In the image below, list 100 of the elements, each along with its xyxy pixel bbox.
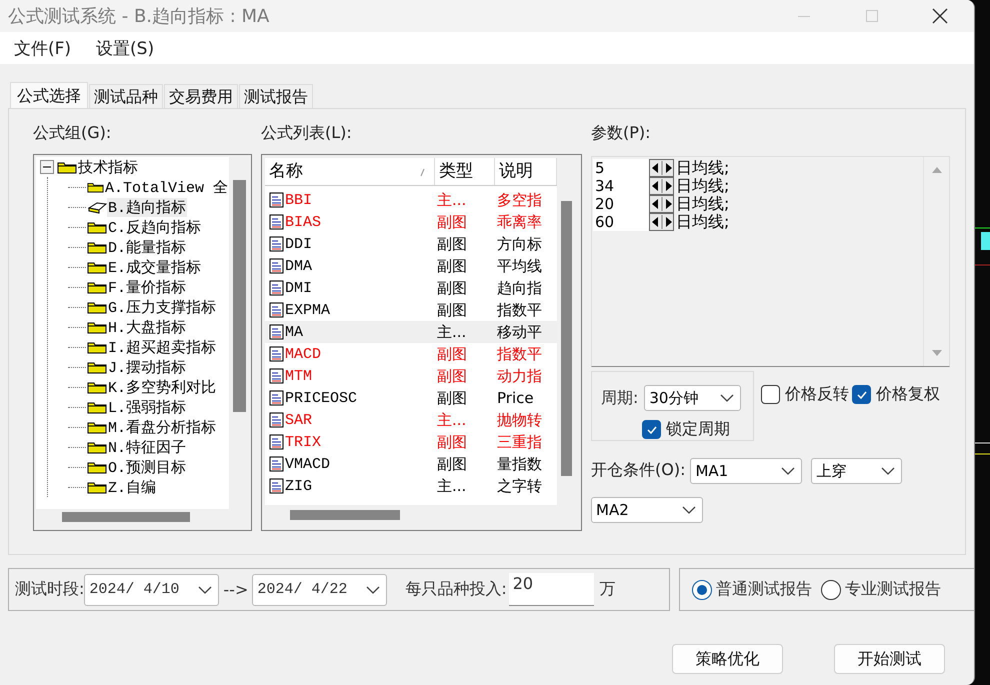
chevron-down-icon [366, 586, 380, 594]
tree-item[interactable]: B.趋向指标 [107, 198, 188, 216]
formula-name: DMA [285, 258, 312, 274]
menu-item[interactable]: 设置(S) [88, 36, 162, 60]
list-row[interactable]: BIAS 副图 乖离率 [265, 211, 557, 233]
spin-button[interactable] [649, 177, 674, 195]
tree-item[interactable]: A.TotalView 全 [104, 178, 229, 196]
tree-item[interactable]: O.预测目标 [107, 458, 188, 476]
spin-button[interactable] [649, 159, 674, 177]
list-row[interactable]: DDI 副图 方向标 [265, 233, 557, 255]
scroll-down-icon [930, 349, 942, 358]
list-row[interactable]: EXPMA 副图 指数平 [265, 299, 557, 321]
condition-select[interactable]: MA2 [591, 497, 703, 523]
table-cell-text: 主... [436, 190, 468, 210]
number-field[interactable]: 5 [593, 159, 649, 177]
radio-button[interactable] [692, 580, 712, 600]
tree-item[interactable]: E.成交量指标 [107, 258, 202, 276]
condition-select[interactable]: MA1 [690, 458, 802, 484]
tree-item[interactable]: F.量价指标 [107, 278, 188, 296]
column-header[interactable]: 名称 [265, 158, 435, 185]
folder-icon [87, 400, 107, 414]
collapse-toggle[interactable] [40, 160, 54, 174]
list-row[interactable]: TRIX 副图 三重指 [265, 431, 557, 453]
list-row[interactable]: ZIG 主... 之字转 [265, 475, 557, 497]
left-right-arrows-icon [650, 160, 674, 176]
spin-button[interactable] [649, 195, 674, 213]
scrollbar-thumb[interactable] [290, 510, 400, 520]
table-cell-text: 副图 [436, 432, 468, 452]
folder-icon [87, 240, 107, 254]
action-button[interactable]: 策略优化 [672, 644, 783, 674]
scroll-up-icon [930, 165, 942, 174]
tree-item[interactable]: Z.自编 [107, 478, 158, 496]
list-row[interactable]: MA 主... 移动平 [265, 321, 557, 343]
scrollbar-thumb[interactable] [233, 180, 246, 412]
checkbox-label: 价格反转 [785, 384, 849, 405]
tab[interactable]: 测试报告 [239, 84, 313, 108]
folder-icon [87, 360, 107, 374]
formula-name: DDI [285, 236, 312, 252]
date-picker[interactable]: 2024/ 4/10 [84, 574, 220, 606]
list-row[interactable]: MTM 副图 动力指 [265, 365, 557, 387]
list-row[interactable]: SAR 主... 抛物转 [265, 409, 557, 431]
tree-item[interactable]: N.特征因子 [107, 438, 188, 456]
tree-item[interactable]: D.能量指标 [107, 238, 188, 256]
window-title: 公式测试系统 - B.趋向指标 : MA [7, 5, 270, 28]
tree-item[interactable]: I.超买超卖指标 [107, 338, 218, 356]
radio-label: 普通测试报告 [716, 579, 812, 600]
number-field[interactable]: 34 [593, 177, 649, 195]
column-header[interactable]: 说明 [495, 158, 557, 185]
list-row[interactable]: VMACD 副图 量指数 [265, 453, 557, 475]
parameter-unit: 日均线; [676, 159, 730, 177]
table-cell-text: 副图 [436, 234, 468, 254]
document-icon [269, 478, 284, 494]
checkbox[interactable] [761, 385, 780, 404]
tree-item[interactable]: C.反趋向指标 [107, 218, 202, 236]
folder-icon [87, 440, 107, 454]
list-row[interactable]: MACD 副图 指数平 [265, 343, 557, 365]
tree-item[interactable]: K.多空势利对比 [107, 378, 218, 396]
period-select[interactable]: 30分钟 [644, 385, 742, 411]
tree-item[interactable]: J.摆动指标 [107, 358, 188, 376]
scrollbar-thumb[interactable] [561, 201, 572, 476]
list-row[interactable]: BBI 主... 多空指 [265, 189, 557, 211]
tree-item[interactable]: 技术指标 [77, 158, 139, 176]
list-row[interactable]: PRICEOSC 副图 Price [265, 387, 557, 409]
range-arrow: --> [223, 580, 248, 599]
amount-field[interactable]: 20 [508, 573, 594, 606]
folder-icon [87, 420, 107, 434]
tree-item[interactable]: M.看盘分析指标 [107, 418, 218, 436]
date-picker[interactable]: 2024/ 4/22 [252, 574, 388, 606]
document-icon [269, 456, 284, 472]
number-field[interactable]: 60 [593, 213, 649, 231]
tab[interactable]: 测试品种 [89, 84, 163, 108]
left-right-arrows-icon [650, 214, 674, 230]
menu-item[interactable]: 文件(F) [6, 36, 80, 60]
folder-icon [87, 220, 107, 234]
table-cell-text: 副图 [436, 454, 468, 474]
tab[interactable]: 交易费用 [164, 84, 238, 108]
number-field[interactable]: 20 [593, 195, 649, 213]
list-row[interactable]: DMI 副图 趋向指 [265, 277, 557, 299]
document-icon [269, 368, 284, 384]
scrollbar-thumb[interactable] [62, 512, 190, 522]
tab[interactable]: 公式选择 [10, 82, 88, 108]
checkbox[interactable] [852, 385, 871, 404]
tree-item[interactable]: G.压力支撑指标 [107, 298, 218, 316]
column-header[interactable]: 类型 [435, 158, 495, 185]
spin-button[interactable] [649, 213, 674, 231]
radio-button[interactable] [821, 580, 841, 600]
maximize-icon [864, 8, 880, 24]
checkbox[interactable] [642, 420, 661, 439]
folder-icon [87, 480, 107, 494]
field-label: 测试时段: [15, 579, 84, 600]
tree-item[interactable]: H.大盘指标 [107, 318, 188, 336]
folder-icon [87, 280, 107, 294]
condition-select[interactable]: 上穿 [811, 458, 902, 484]
tree-item[interactable]: L.强弱指标 [107, 398, 188, 416]
action-button[interactable]: 开始测试 [834, 644, 945, 674]
formula-name: BIAS [285, 214, 322, 230]
document-icon [269, 434, 284, 450]
document-icon [269, 192, 284, 208]
parameter-unit: 日均线; [676, 195, 730, 213]
list-row[interactable]: DMA 副图 平均线 [265, 255, 557, 277]
